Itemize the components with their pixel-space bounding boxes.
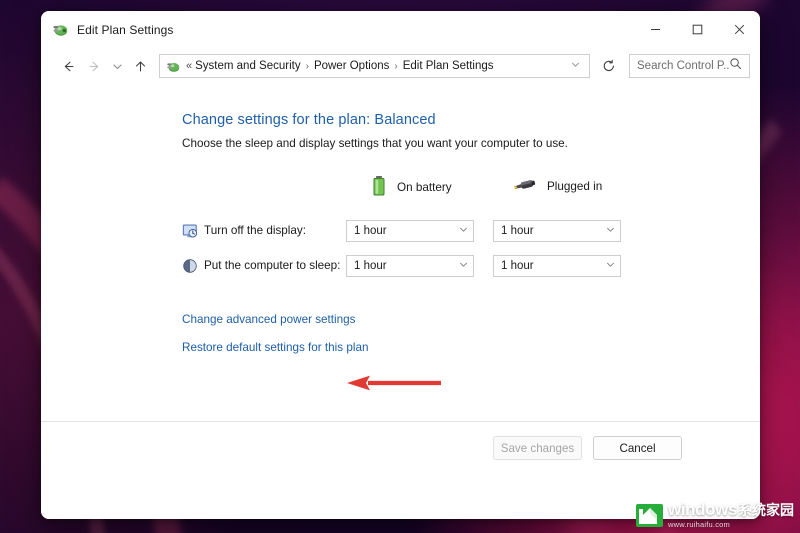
settings-rows: Turn off the display: 1 hour 1 hour Put …: [41, 213, 760, 283]
annotation-arrow-icon: [346, 375, 442, 391]
breadcrumb-edit-plan-settings[interactable]: Edit Plan Settings: [403, 60, 494, 72]
settings-links: Change advanced power settings Restore d…: [41, 313, 760, 354]
recent-locations-chevron-down-icon[interactable]: [107, 53, 127, 79]
breadcrumb-separator-icon[interactable]: ›: [306, 61, 309, 72]
breadcrumb-power-options[interactable]: Power Options: [314, 60, 389, 72]
setting-label-turn-off-display: Turn off the display:: [204, 224, 306, 237]
search-icon[interactable]: [729, 57, 742, 75]
dropdown-turn-off-display-on-battery[interactable]: 1 hour: [346, 219, 474, 242]
window-title: Edit Plan Settings: [77, 22, 174, 37]
column-header-plugged-in: Plugged in: [513, 175, 602, 198]
footer-divider: [41, 421, 760, 422]
back-button[interactable]: [55, 53, 81, 79]
chevron-down-icon[interactable]: [605, 259, 616, 273]
search-input[interactable]: [637, 60, 729, 72]
footer-actions: Save changes Cancel: [41, 428, 760, 468]
dropdown-value: 1 hour: [354, 224, 387, 237]
battery-icon: [371, 175, 387, 200]
column-label-plugged-in: Plugged in: [547, 180, 603, 193]
navigation-toolbar: « System and Security › Power Options › …: [41, 48, 760, 84]
breadcrumb-separator-icon[interactable]: ›: [394, 61, 397, 72]
breadcrumb-system-and-security[interactable]: System and Security: [195, 60, 300, 72]
chevron-down-icon[interactable]: [605, 224, 616, 238]
dropdown-sleep-on-battery[interactable]: 1 hour: [346, 254, 474, 277]
setting-row-turn-off-display: Turn off the display: 1 hour 1 hour: [41, 213, 760, 248]
minimize-button[interactable]: [634, 11, 676, 48]
main-content: Change settings for the plan: Balanced C…: [41, 84, 760, 519]
column-header-on-battery: On battery: [371, 175, 452, 200]
dropdown-value: 1 hour: [501, 224, 534, 237]
power-plug-icon: [513, 175, 537, 198]
control-panel-icon: [166, 59, 181, 74]
forward-button[interactable]: [81, 53, 107, 79]
dropdown-sleep-plugged-in[interactable]: 1 hour: [493, 254, 621, 277]
close-button[interactable]: [718, 11, 760, 48]
restore-default-settings-link[interactable]: Restore default settings for this plan: [182, 341, 368, 354]
dropdown-value: 1 hour: [354, 259, 387, 272]
address-breadcrumb-bar[interactable]: « System and Security › Power Options › …: [159, 54, 590, 78]
page-subtitle: Choose the sleep and display settings th…: [182, 137, 568, 150]
dropdown-value: 1 hour: [501, 259, 534, 272]
setting-row-put-computer-to-sleep: Put the computer to sleep: 1 hour 1 hour: [41, 248, 760, 283]
window-controls: [634, 11, 760, 48]
window-titlebar[interactable]: Edit Plan Settings: [41, 11, 760, 48]
up-button[interactable]: [127, 53, 153, 79]
desktop-background: Edit Plan Settings « System and Security…: [0, 0, 800, 533]
cancel-button[interactable]: Cancel: [593, 436, 682, 460]
chevron-down-icon[interactable]: [458, 259, 469, 273]
edit-plan-settings-window: Edit Plan Settings « System and Security…: [41, 11, 760, 519]
page-title: Change settings for the plan: Balanced: [182, 112, 436, 128]
chevron-down-icon[interactable]: [458, 224, 469, 238]
display-icon: [182, 223, 198, 239]
search-box[interactable]: [629, 54, 750, 78]
address-chevron-down-icon[interactable]: [566, 59, 585, 73]
setting-label-put-computer-to-sleep: Put the computer to sleep:: [204, 259, 341, 272]
maximize-button[interactable]: [676, 11, 718, 48]
sleep-icon: [182, 258, 198, 274]
dropdown-turn-off-display-plugged-in[interactable]: 1 hour: [493, 219, 621, 242]
column-headers: On battery Plugged in: [41, 175, 760, 201]
power-plan-icon: [52, 21, 69, 38]
column-label-on-battery: On battery: [397, 181, 452, 194]
change-advanced-power-settings-link[interactable]: Change advanced power settings: [182, 313, 355, 326]
refresh-button[interactable]: [598, 54, 620, 78]
breadcrumb-overflow-icon[interactable]: «: [186, 60, 192, 72]
save-changes-button[interactable]: Save changes: [493, 436, 582, 460]
